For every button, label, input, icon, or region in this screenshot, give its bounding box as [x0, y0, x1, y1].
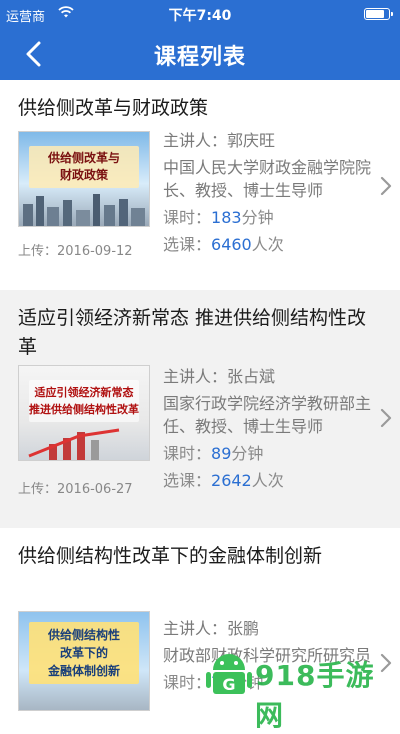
svg-text:G: G — [222, 675, 235, 694]
speaker: 主讲人：郭庆旺 — [163, 131, 276, 150]
course-enrollments: 选课：2642人次 — [163, 471, 284, 490]
chart-arrow-image — [28, 428, 120, 460]
course-duration: 课时：89分钟 — [163, 444, 264, 463]
course-thumbnail: 供给侧改革与 财政政策 — [18, 131, 150, 227]
course-list: 供给侧改革与财政政策 供给侧改革与 财政政策 上传：2016-09-12 主讲人… — [0, 80, 400, 711]
speaker: 主讲人：张占斌 — [163, 367, 276, 386]
speaker-bio: 中国人民大学财政金融学院院长、教授、博士生导师 — [163, 158, 372, 200]
speaker-bio: 国家行政学院经济学教研部主任、教授、博士生导师 — [163, 394, 372, 436]
nav-bar: 课程列表 — [0, 28, 400, 80]
duration-value: 183 — [211, 208, 242, 227]
course-enrollments: 选课：6460人次 — [163, 235, 284, 254]
chevron-right-icon[interactable] — [380, 408, 392, 428]
watermark-text: 918手游网 — [255, 659, 375, 732]
course-title: 供给侧结构性改革下的金融体制创新 — [18, 545, 323, 567]
course-thumbnail: 适应引领经济新常态 推进供给侧结构性改革 — [18, 365, 150, 461]
thumbnail-caption: 适应引领经济新常态 推进供给侧结构性改革 — [29, 380, 139, 422]
thumbnail-caption: 供给侧改革与 财政政策 — [29, 146, 139, 188]
speaker: 主讲人：张鹏 — [163, 619, 260, 638]
upload-date: 上传：2016-09-12 — [18, 244, 133, 259]
duration-value: 89 — [211, 444, 232, 463]
city-skyline-image — [23, 194, 145, 226]
enroll-value: 6460 — [211, 235, 252, 254]
course-item[interactable]: 适应引领经济新常态 推进供给侧结构性改革 适应引领经济新常态 推进供给侧结构性改… — [0, 290, 400, 528]
enroll-value: 2642 — [211, 471, 252, 490]
course-info: 主讲人：郭庆旺 中国人民大学财政金融学院院长、教授、博士生导师 课时：183分钟… — [163, 129, 373, 256]
course-info: 主讲人：张占斌 国家行政学院经济学教研部主任、教授、博士生导师 课时：89分钟 … — [163, 365, 373, 492]
battery-icon — [364, 8, 393, 20]
course-title: 供给侧改革与财政政策 — [18, 97, 209, 119]
course-thumbnail: 供给侧结构性 改革下的 金融体制创新 — [18, 611, 150, 711]
page-title: 课程列表 — [153, 45, 246, 70]
upload-date: 上传：2016-06-27 — [18, 482, 133, 497]
status-time: 下午7:40 — [168, 8, 232, 24]
android-logo-icon: G — [206, 654, 252, 694]
site-watermark: G 918手游网 — [205, 640, 400, 732]
status-bar: 运营商 下午7:40 — [0, 0, 400, 28]
course-duration: 课时：183分钟 — [163, 208, 274, 227]
course-item[interactable]: 供给侧改革与财政政策 供给侧改革与 财政政策 上传：2016-09-12 主讲人… — [0, 80, 400, 290]
thumbnail-caption: 供给侧结构性 改革下的 金融体制创新 — [29, 622, 139, 684]
chevron-right-icon[interactable] — [380, 176, 392, 196]
course-title: 适应引领经济新常态 推进供给侧结构性改革 — [18, 307, 367, 358]
